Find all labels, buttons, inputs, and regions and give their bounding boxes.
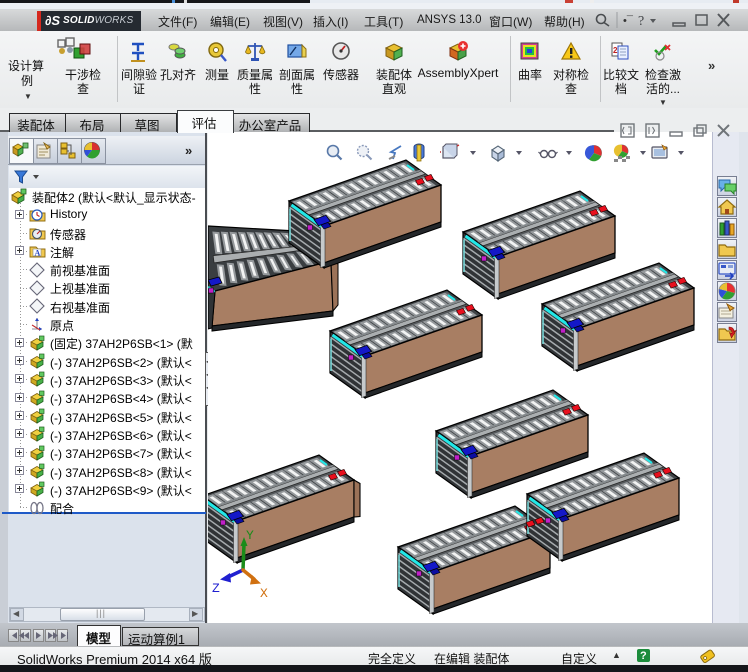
svg-text:?: ?: [638, 14, 644, 29]
svg-text:A: A: [35, 249, 41, 258]
svg-text:X: X: [260, 586, 268, 601]
svg-text:2: 2: [613, 46, 618, 55]
svg-text:•¯: •¯: [623, 15, 634, 27]
svg-text:Y: Y: [246, 528, 254, 543]
svg-text:Z: Z: [212, 581, 220, 596]
